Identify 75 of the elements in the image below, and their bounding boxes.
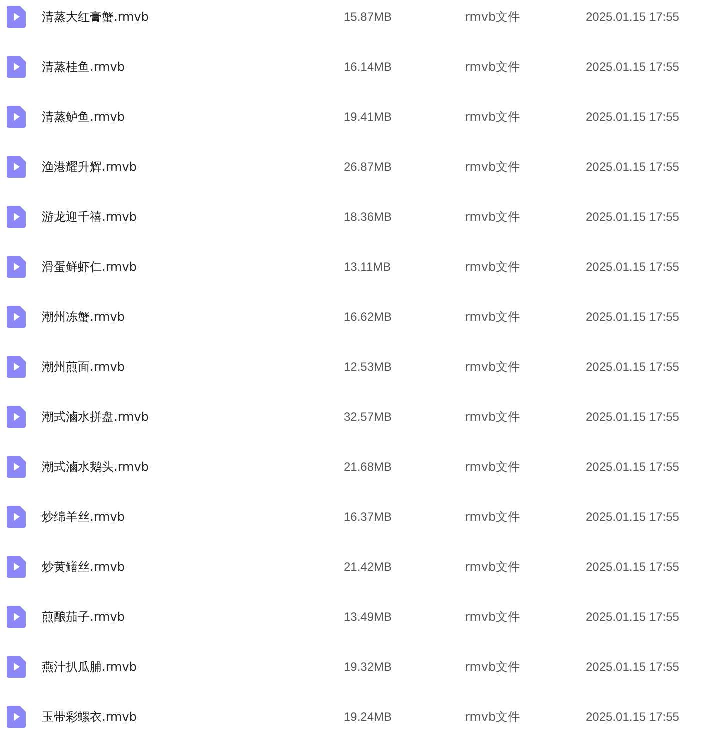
file-size: 12.53MB <box>344 360 394 374</box>
file-name[interactable]: 清蒸鲈鱼.rmvb <box>42 108 344 126</box>
file-name[interactable]: 潮州煎面.rmvb <box>42 358 344 376</box>
file-type: rmvb文件 <box>465 108 522 126</box>
file-name[interactable]: 煎酿茄子.rmvb <box>42 608 344 626</box>
file-date: 2025.01.15 17:55 <box>586 710 680 724</box>
file-date: 2025.01.15 17:55 <box>586 510 680 524</box>
file-size: 19.41MB <box>344 110 394 124</box>
video-file-icon <box>7 506 26 528</box>
file-name[interactable]: 潮州冻蟹.rmvb <box>42 308 344 326</box>
video-file-icon <box>7 606 26 628</box>
file-name[interactable]: 炒绵羊丝.rmvb <box>42 508 344 526</box>
video-file-icon <box>7 56 26 78</box>
file-name[interactable]: 清蒸大红膏蟹.rmvb <box>42 8 344 26</box>
file-name[interactable]: 玉带彩螺衣.rmvb <box>42 708 344 726</box>
file-size: 18.36MB <box>344 210 394 224</box>
file-date: 2025.01.15 17:55 <box>586 160 680 174</box>
file-type: rmvb文件 <box>465 158 522 176</box>
file-type: rmvb文件 <box>465 458 522 476</box>
file-date: 2025.01.15 17:55 <box>586 310 680 324</box>
video-file-icon <box>7 356 26 378</box>
file-date: 2025.01.15 17:55 <box>586 410 680 424</box>
file-name[interactable]: 渔港耀升辉.rmvb <box>42 158 344 176</box>
video-file-icon <box>7 206 26 228</box>
file-type: rmvb文件 <box>465 558 522 576</box>
file-size: 21.68MB <box>344 460 394 474</box>
file-size: 16.37MB <box>344 510 394 524</box>
file-size: 19.24MB <box>344 710 394 724</box>
video-file-icon <box>7 156 26 178</box>
file-date: 2025.01.15 17:55 <box>586 560 680 574</box>
video-file-icon <box>7 556 26 578</box>
video-file-icon <box>7 406 26 428</box>
file-date: 2025.01.15 17:55 <box>586 60 680 74</box>
file-type: rmvb文件 <box>465 308 522 326</box>
file-date: 2025.01.15 17:55 <box>586 610 680 624</box>
file-type: rmvb文件 <box>465 658 522 676</box>
file-type: rmvb文件 <box>465 58 522 76</box>
file-type: rmvb文件 <box>465 508 522 526</box>
file-size: 32.57MB <box>344 410 394 424</box>
file-type: rmvb文件 <box>465 608 522 626</box>
file-date: 2025.01.15 17:55 <box>586 660 680 674</box>
video-file-icon <box>7 456 26 478</box>
file-size: 16.62MB <box>344 310 394 324</box>
video-file-icon <box>7 656 26 678</box>
file-name[interactable]: 炒黄鳝丝.rmvb <box>42 558 344 576</box>
file-name[interactable]: 潮式滷水鹅头.rmvb <box>42 458 344 476</box>
file-size: 13.49MB <box>344 610 394 624</box>
file-size: 16.14MB <box>344 60 394 74</box>
video-file-icon <box>7 306 26 328</box>
file-type: rmvb文件 <box>465 358 522 376</box>
file-date: 2025.01.15 17:55 <box>586 210 680 224</box>
file-type: rmvb文件 <box>465 8 522 26</box>
file-date: 2025.01.15 17:55 <box>586 260 680 274</box>
file-size: 26.87MB <box>344 160 394 174</box>
file-date: 2025.01.15 17:55 <box>586 460 680 474</box>
file-type: rmvb文件 <box>465 408 522 426</box>
file-name[interactable]: 潮式滷水拼盘.rmvb <box>42 408 344 426</box>
file-size: 19.32MB <box>344 660 394 674</box>
file-size: 21.42MB <box>344 560 394 574</box>
file-name[interactable]: 游龙迎千禧.rmvb <box>42 208 344 226</box>
video-file-icon <box>7 706 26 728</box>
file-type: rmvb文件 <box>465 708 522 726</box>
file-type: rmvb文件 <box>465 208 522 226</box>
file-size: 15.87MB <box>344 10 394 24</box>
file-name[interactable]: 清蒸桂鱼.rmvb <box>42 58 344 76</box>
file-date: 2025.01.15 17:55 <box>586 360 680 374</box>
file-name[interactable]: 燕汁扒瓜脯.rmvb <box>42 658 344 676</box>
file-date: 2025.01.15 17:55 <box>586 10 680 24</box>
file-date: 2025.01.15 17:55 <box>586 110 680 124</box>
file-size: 13.11MB <box>344 260 392 274</box>
file-type: rmvb文件 <box>465 258 522 276</box>
video-file-icon <box>7 106 26 128</box>
file-name[interactable]: 滑蛋鲜虾仁.rmvb <box>42 258 344 276</box>
video-file-icon <box>7 256 26 278</box>
video-file-icon <box>7 6 26 28</box>
